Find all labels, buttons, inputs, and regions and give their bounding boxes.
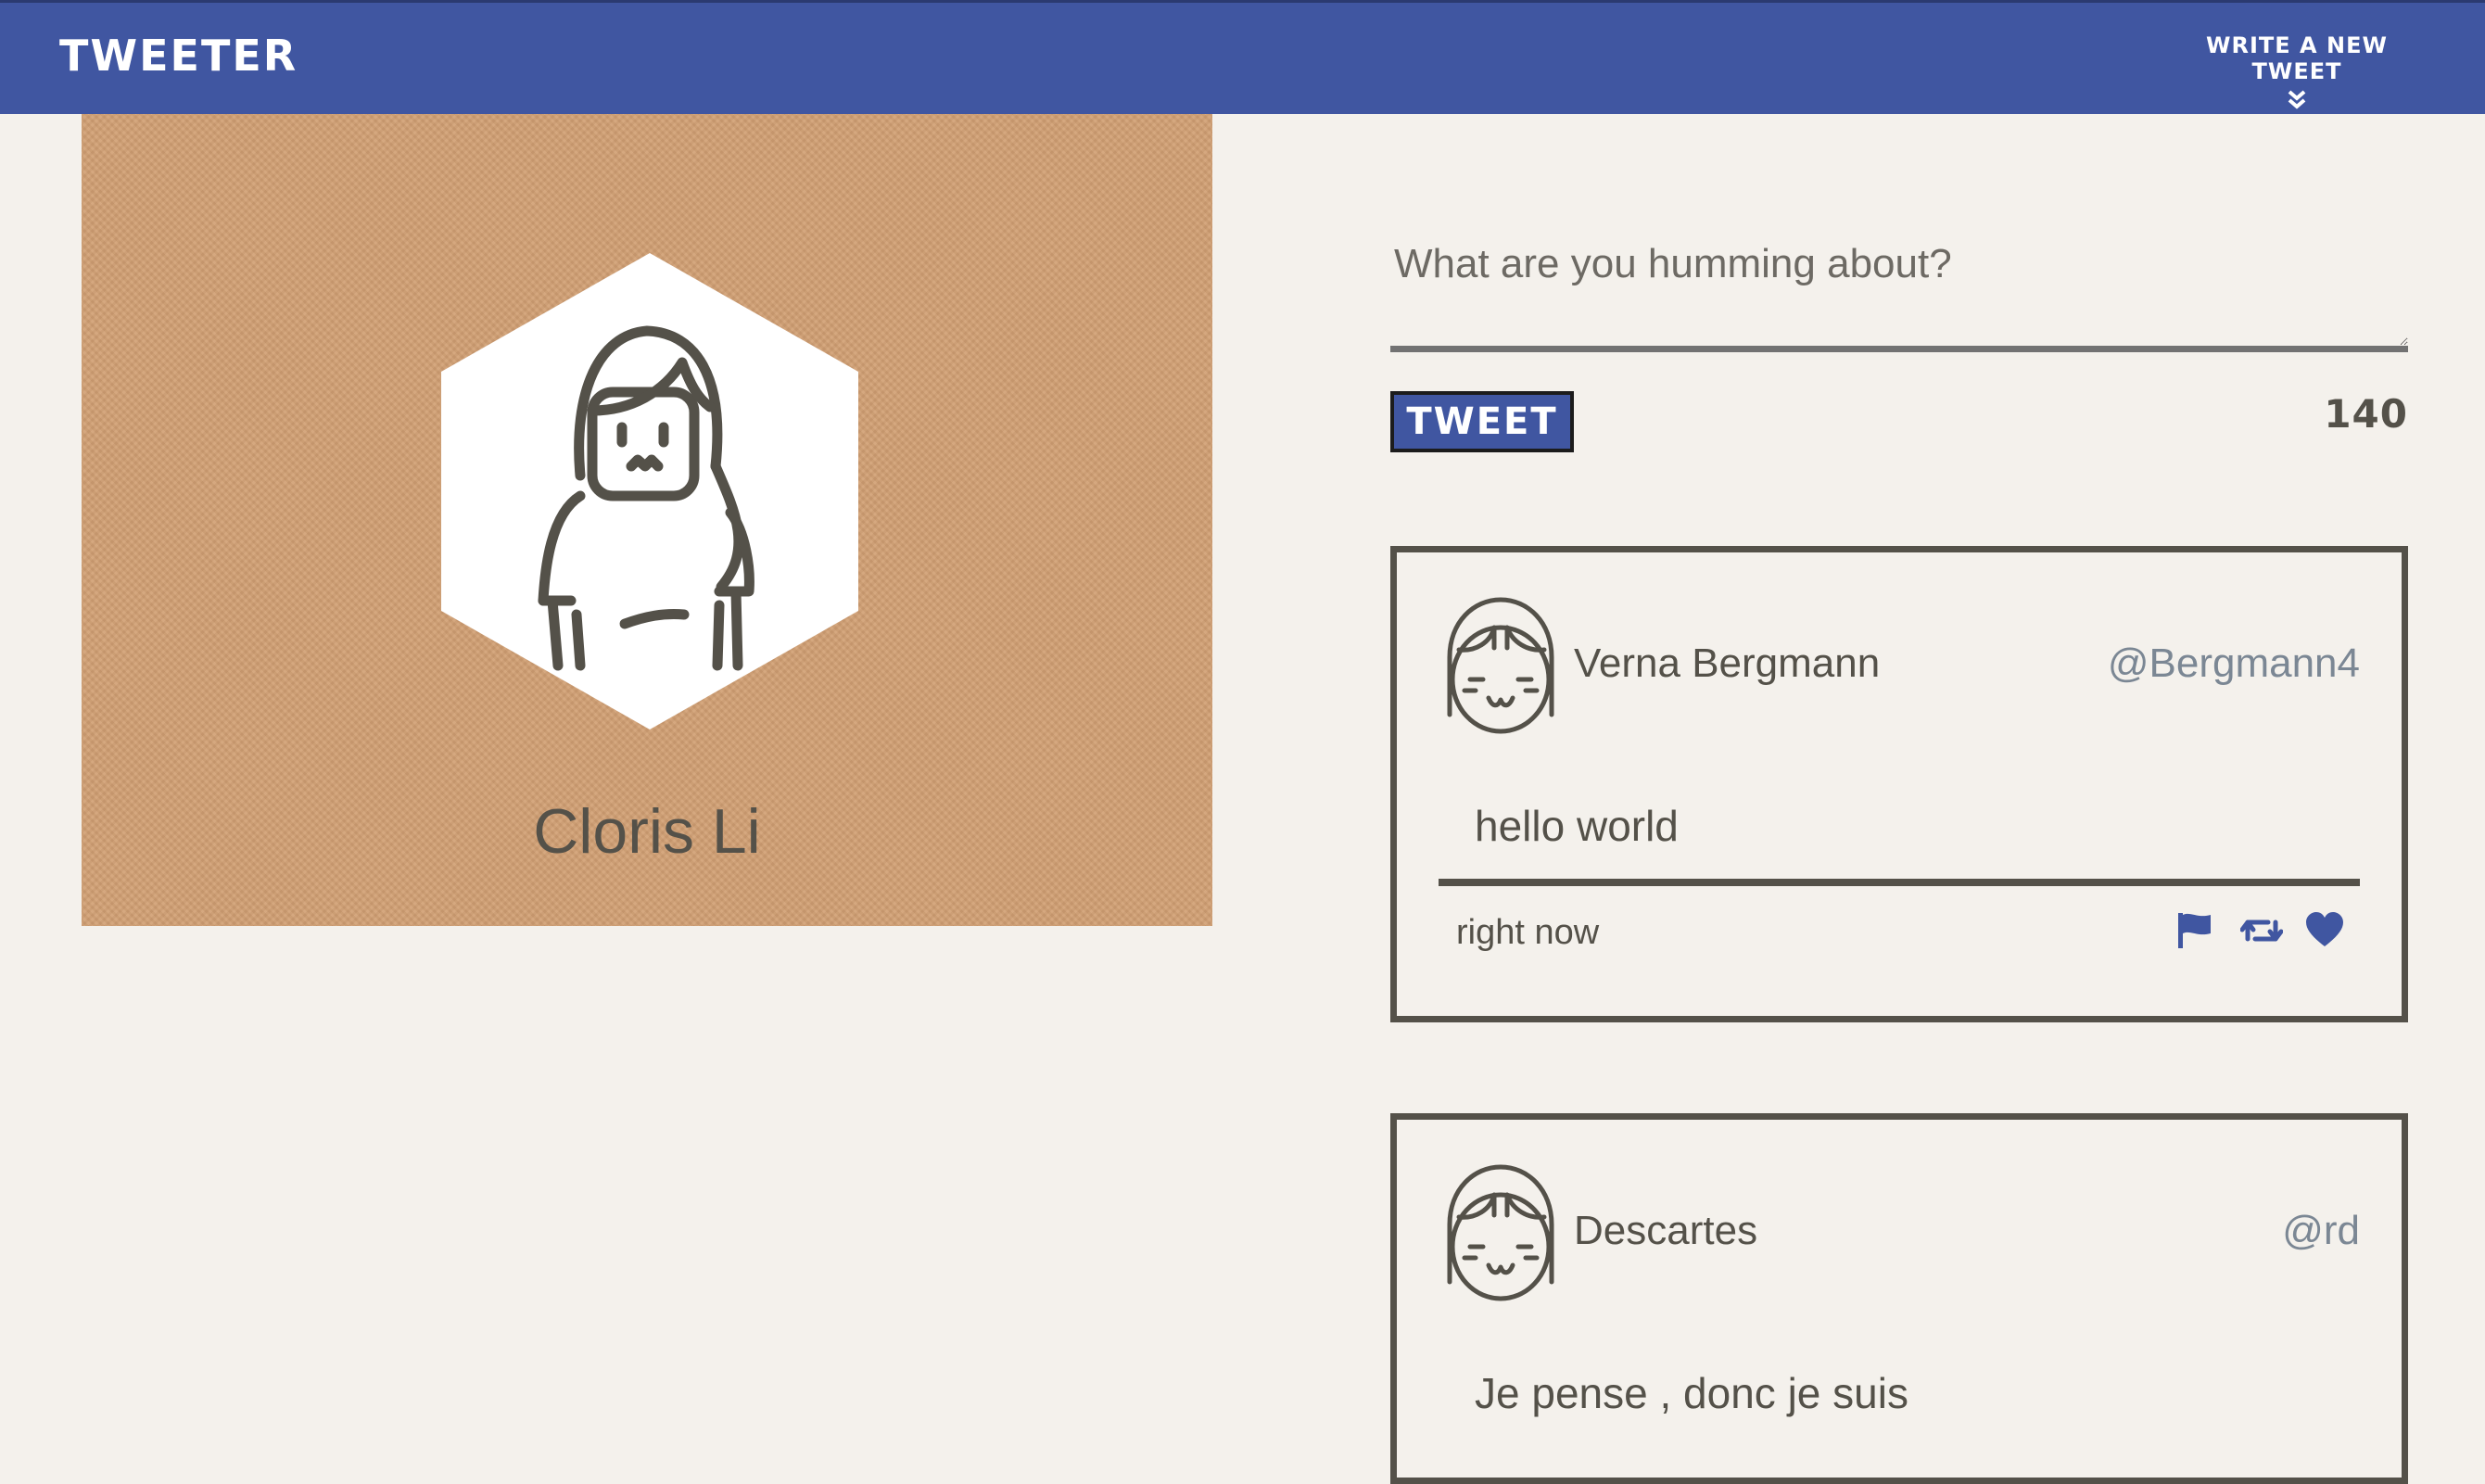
character-counter: 140 [2324,391,2408,437]
profile-card: Cloris Li [82,114,1212,926]
profile-avatar-icon [441,253,858,729]
profile-avatar [441,253,858,729]
write-new-tweet-button[interactable]: WRITE A NEW TWEET [2162,32,2431,110]
tweet-card: Verna Bergmann @Bergmann4 hello world ri… [1390,546,2408,1022]
tweet-author-name: Verna Bergmann [1574,641,1881,686]
tweet-author-name: Descartes [1574,1208,1758,1253]
top-nav-bar: TWEETER WRITE A NEW TWEET [0,0,2485,114]
heart-icon[interactable] [2305,911,2344,950]
tweet-author-handle: @Bergmann4 [2107,641,2360,686]
tweet-card: Descartes @rd Je pense , donc je suis [1390,1113,2408,1484]
tweet-composer: TWEET 140 [1390,213,2408,452]
retweet-icon[interactable] [2239,911,2284,950]
tweet-text: hello world [1475,802,1679,850]
tweet-timestamp: right now [1456,913,1600,952]
double-chevron-down-icon [2288,90,2306,109]
tweet-actions [2175,911,2344,950]
tweet-divider [1439,879,2360,886]
user-avatar-icon [1447,1164,1554,1301]
user-avatar-icon [1447,597,1554,734]
write-new-tweet-label: WRITE A NEW TWEET [2206,32,2388,84]
tweet-text: Je pense , donc je suis [1475,1369,1908,1417]
tweet-submit-button[interactable]: TWEET [1390,391,1574,452]
tweet-author-handle: @rd [2282,1208,2360,1253]
profile-name: Cloris Li [533,796,761,867]
tweet-text-input[interactable] [1390,213,2408,352]
brand-logo[interactable]: TWEETER [59,31,298,81]
flag-icon[interactable] [2175,911,2214,950]
